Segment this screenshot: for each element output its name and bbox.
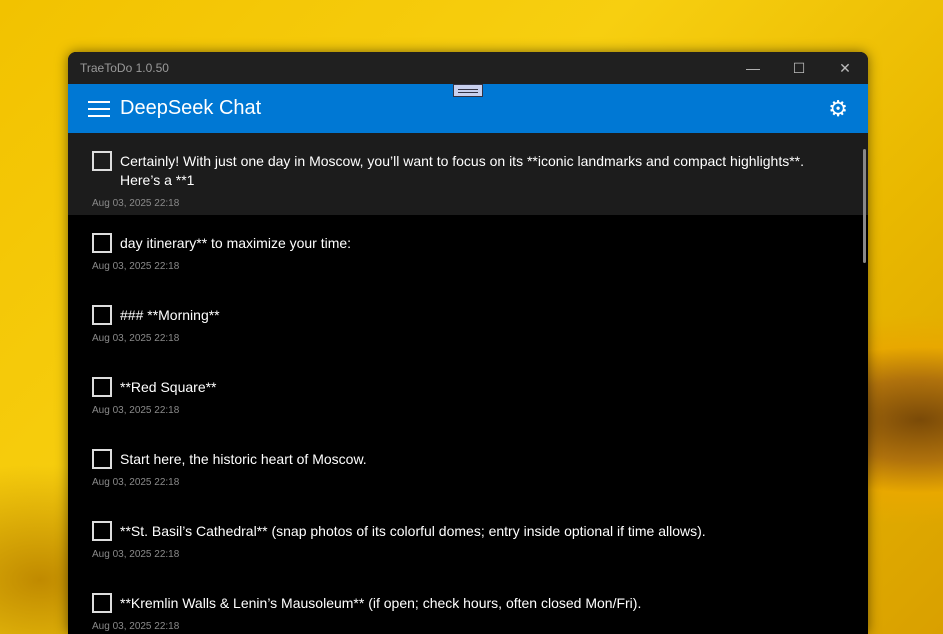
drag-handle[interactable] bbox=[453, 84, 483, 97]
item-date: Aug 03, 2025 22:18 bbox=[92, 549, 180, 560]
item-date: Aug 03, 2025 22:18 bbox=[92, 477, 180, 488]
item-text: ### **Morning** bbox=[120, 307, 220, 323]
checkbox[interactable] bbox=[92, 151, 112, 171]
item-text: Start here, the historic heart of Moscow… bbox=[120, 451, 367, 467]
list-item[interactable]: Certainly! With just one day in Moscow, … bbox=[68, 133, 868, 215]
gear-icon[interactable]: ⚙ bbox=[828, 96, 848, 122]
window-title: TraeToDo 1.0.50 bbox=[80, 61, 169, 75]
item-date: Aug 03, 2025 22:18 bbox=[92, 621, 180, 632]
item-date: Aug 03, 2025 22:18 bbox=[92, 261, 180, 272]
list-item[interactable]: **St. Basil’s Cathedral** (snap photos o… bbox=[68, 503, 868, 575]
todo-list: Certainly! With just one day in Moscow, … bbox=[68, 133, 868, 634]
hamburger-menu-icon[interactable] bbox=[88, 100, 110, 117]
item-date: Aug 03, 2025 22:18 bbox=[92, 405, 180, 416]
list-item[interactable]: Start here, the historic heart of Moscow… bbox=[68, 431, 868, 503]
checkbox[interactable] bbox=[92, 449, 112, 469]
item-text: Certainly! With just one day in Moscow, … bbox=[120, 153, 804, 188]
list-item[interactable]: day itinerary** to maximize your time: Au… bbox=[68, 215, 868, 287]
list-item[interactable]: **Red Square** Aug 03, 2025 22:18 bbox=[68, 359, 868, 431]
checkbox[interactable] bbox=[92, 377, 112, 397]
list-item[interactable]: ### **Morning** Aug 03, 2025 22:18 bbox=[68, 287, 868, 359]
minimize-icon[interactable]: — bbox=[730, 52, 776, 84]
app-window: TraeToDo 1.0.50 — ☐ ✕ DeepSeek Chat ⚙ Ce… bbox=[68, 52, 868, 634]
list-item[interactable]: **Kremlin Walls & Lenin’s Mausoleum** (i… bbox=[68, 575, 868, 634]
app-header: DeepSeek Chat ⚙ bbox=[68, 84, 868, 133]
checkbox[interactable] bbox=[92, 305, 112, 325]
item-text: **Kremlin Walls & Lenin’s Mausoleum** (i… bbox=[120, 595, 642, 611]
checkbox[interactable] bbox=[92, 521, 112, 541]
title-bar: TraeToDo 1.0.50 — ☐ ✕ bbox=[68, 52, 868, 84]
item-date: Aug 03, 2025 22:18 bbox=[92, 333, 180, 344]
close-icon[interactable]: ✕ bbox=[822, 52, 868, 84]
item-text: day itinerary** to maximize your time: bbox=[120, 235, 352, 251]
item-text: **St. Basil’s Cathedral** (snap photos o… bbox=[120, 523, 706, 539]
maximize-icon[interactable]: ☐ bbox=[776, 52, 822, 84]
page-title: DeepSeek Chat bbox=[120, 97, 262, 119]
checkbox[interactable] bbox=[92, 233, 112, 253]
scrollbar[interactable] bbox=[863, 149, 866, 263]
item-date: Aug 03, 2025 22:18 bbox=[92, 198, 180, 209]
checkbox[interactable] bbox=[92, 593, 112, 613]
item-text: **Red Square** bbox=[120, 379, 217, 395]
